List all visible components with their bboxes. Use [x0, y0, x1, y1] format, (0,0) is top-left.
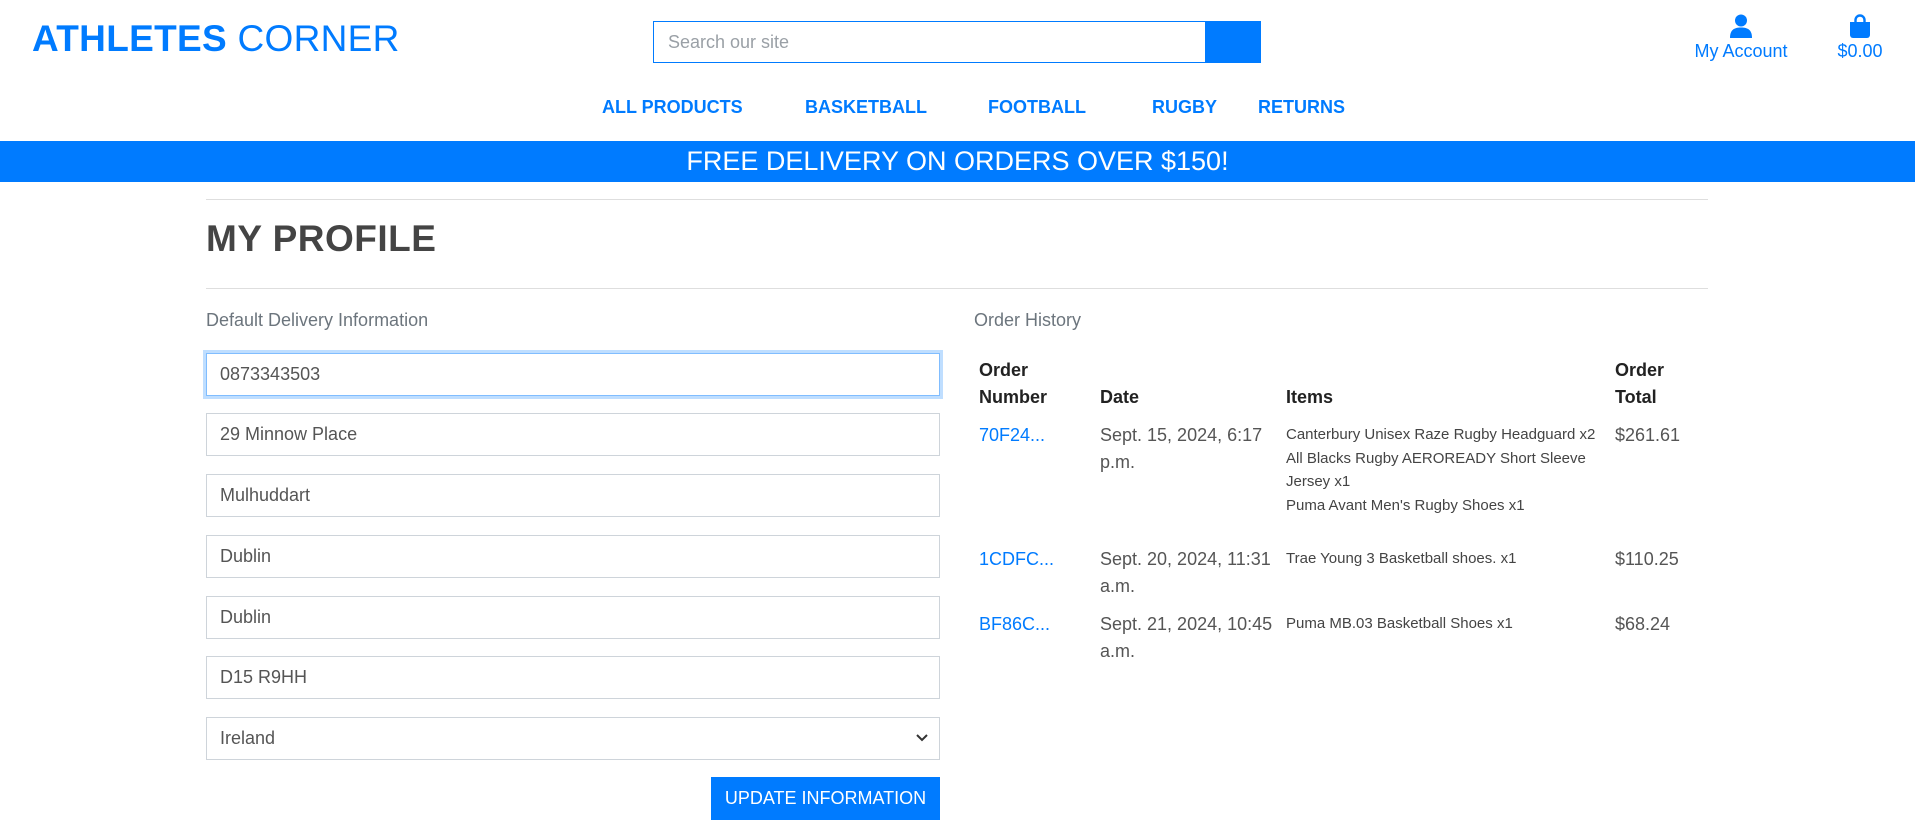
col-header-order-total: Order Total — [1615, 357, 1664, 411]
nav-rugby[interactable]: RUGBY — [1152, 97, 1217, 118]
divider — [206, 199, 1708, 200]
order-date: Sept. 21, 2024, 10:45 a.m. — [1100, 611, 1272, 665]
divider — [206, 288, 1708, 289]
nav-football[interactable]: FOOTBALL — [988, 97, 1086, 118]
nav-returns[interactable]: RETURNS — [1258, 97, 1345, 118]
header-line: Total — [1615, 387, 1657, 407]
page-title: MY PROFILE — [206, 218, 437, 259]
update-information-button[interactable]: UPDATE INFORMATION — [711, 777, 940, 820]
user-icon — [1730, 14, 1752, 38]
item-line: Trae Young 3 Basketball shoes. x1 — [1286, 550, 1517, 567]
order-total: $110.25 — [1615, 549, 1679, 569]
cart-link[interactable]: $0.00 — [1832, 14, 1888, 62]
date-line: a.m. — [1100, 576, 1136, 596]
order-items: Canterbury Unisex Raze Rugby Headguard x… — [1286, 423, 1606, 517]
brand-logo[interactable]: ATHLETES CORNER — [32, 18, 400, 60]
col-header-items: Items — [1286, 387, 1334, 407]
header-line: Number — [979, 387, 1048, 407]
search-input[interactable] — [653, 21, 1205, 63]
search-bar — [653, 21, 1261, 63]
my-account-link[interactable]: My Account — [1690, 14, 1792, 62]
date-line: a.m. — [1100, 641, 1136, 661]
header-line: Order — [979, 360, 1029, 380]
order-items: Puma MB.03 Basketball Shoes x1 — [1286, 612, 1606, 636]
item-line: Canterbury Unisex Raze Rugby Headguard x… — [1286, 426, 1596, 443]
cart-total: $0.00 — [1837, 41, 1883, 61]
col-header-date: Date — [1100, 387, 1140, 407]
order-total: $261.61 — [1615, 425, 1681, 445]
item-line: Puma MB.03 Basketball Shoes x1 — [1286, 615, 1513, 632]
order-date: Sept. 15, 2024, 6:17 p.m. — [1100, 422, 1262, 476]
order-date: Sept. 20, 2024, 11:31 a.m. — [1100, 546, 1271, 600]
town-field[interactable]: Mulhuddart — [206, 474, 940, 517]
date-line: Sept. 20, 2024, 11:31 — [1100, 549, 1271, 569]
phone-number-field[interactable]: 0873343503 — [206, 353, 940, 396]
chevron-down-icon — [915, 718, 929, 774]
nav-basketball[interactable]: BASKETBALL — [805, 97, 927, 118]
county-field[interactable]: Dublin — [206, 535, 940, 578]
item-line: Puma Avant Men's Rugby Shoes x1 — [1286, 496, 1525, 514]
col-header-order-number: Order Number — [979, 357, 1047, 411]
date-line: Sept. 21, 2024, 10:45 — [1100, 614, 1273, 634]
header-line: Order — [1615, 360, 1665, 380]
item-line: All Blacks Rugby AEROREADY Short Sleeve — [1286, 449, 1586, 467]
shopping-bag-icon — [1850, 14, 1870, 38]
street-address-field[interactable]: 29 Minnow Place — [206, 413, 940, 456]
date-line: p.m. — [1100, 452, 1136, 472]
order-total: $68.24 — [1615, 614, 1671, 634]
order-history-label: Order History — [974, 310, 1082, 330]
item-line: Jersey x1 — [1286, 473, 1351, 490]
brand-part2: CORNER — [237, 18, 400, 59]
my-account-label: My Account — [1694, 41, 1788, 61]
nav-all-products[interactable]: ALL PRODUCTS — [602, 97, 743, 118]
order-number-link[interactable]: 1CDFC... — [979, 546, 1054, 573]
country-select[interactable]: Ireland — [206, 717, 940, 760]
city-field[interactable]: Dublin — [206, 596, 940, 639]
order-number-link[interactable]: 70F24... — [979, 422, 1045, 449]
free-delivery-banner: FREE DELIVERY ON ORDERS OVER $150! — [0, 141, 1915, 182]
order-number-link[interactable]: BF86C... — [979, 611, 1050, 638]
date-line: Sept. 15, 2024, 6:17 — [1100, 425, 1263, 445]
postcode-field[interactable]: D15 R9HH — [206, 656, 940, 699]
site-header: ATHLETES CORNER My Account $0.00 ALL PRO… — [0, 0, 1915, 141]
brand-part1: ATHLETES — [32, 18, 227, 59]
order-items: Trae Young 3 Basketball shoes. x1 — [1286, 547, 1606, 571]
search-button[interactable] — [1205, 21, 1261, 63]
delivery-section-label: Default Delivery Information — [206, 310, 429, 330]
country-select-value: Ireland — [220, 728, 276, 748]
